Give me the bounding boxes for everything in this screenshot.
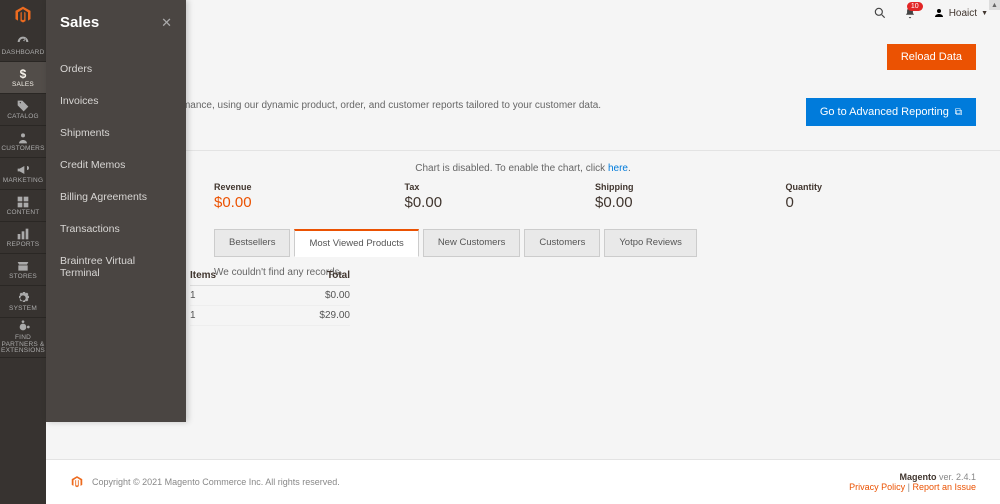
sidebar-dashboard[interactable]: DASHBOARD [0, 30, 46, 62]
notification-badge: 10 [907, 2, 923, 11]
flyout-billing-agreements[interactable]: Billing Agreements [46, 181, 186, 213]
reload-data-button[interactable]: Reload Data [887, 44, 976, 70]
sales-flyout: Sales ✕ Orders Invoices Shipments Credit… [46, 0, 186, 422]
magento-logo-icon [70, 475, 84, 489]
stat-value: $0.00 [214, 194, 405, 211]
stat-label: Tax [405, 182, 596, 192]
scroll-up-indicator[interactable]: ▲ [989, 0, 1000, 10]
sidebar-label: STORES [9, 274, 37, 281]
tab-new-customers[interactable]: New Customers [423, 229, 521, 257]
stat-label: Shipping [595, 182, 786, 192]
svg-text:$: $ [20, 67, 27, 81]
cell-total: $0.00 [325, 290, 350, 301]
tab-customers[interactable]: Customers [524, 229, 600, 257]
sidebar-customers[interactable]: CUSTOMERS [0, 126, 46, 158]
cell-items: 1 [190, 290, 196, 301]
stat-label: Quantity [786, 182, 977, 192]
flyout-invoices[interactable]: Invoices [46, 85, 186, 117]
megaphone-icon [15, 163, 31, 177]
sidebar-marketing[interactable]: MARKETING [0, 158, 46, 190]
sidebar-reports[interactable]: REPORTS [0, 222, 46, 254]
external-link-icon: ⧉ [955, 107, 962, 118]
dollar-icon: $ [15, 67, 31, 81]
flyout-title: Sales [60, 14, 99, 31]
stats-row: Revenue $0.00 Tax $0.00 Shipping $0.00 Q… [46, 182, 1000, 229]
stat-value: $0.00 [405, 194, 596, 211]
version-text: ver. 2.4.1 [936, 472, 976, 482]
flyout-credit-memos[interactable]: Credit Memos [46, 149, 186, 181]
stat-tax: Tax $0.00 [405, 182, 596, 211]
table-row[interactable]: 1 $0.00 [190, 286, 350, 306]
msg-text: . [628, 163, 631, 174]
sidebar-partners[interactable]: FIND PARTNERS & EXTENSIONS [0, 318, 46, 358]
magento-logo[interactable] [0, 0, 46, 30]
orders-mini-table: Items Total 1 $0.00 1 $29.00 [190, 266, 350, 326]
sidebar-label: MARKETING [3, 178, 43, 185]
table-row[interactable]: 1 $29.00 [190, 306, 350, 326]
notifications-icon[interactable]: 10 [903, 6, 917, 20]
report-issue-link[interactable]: Report an Issue [912, 482, 976, 492]
brand-name: Magento [899, 472, 936, 482]
stat-quantity: Quantity 0 [786, 182, 977, 211]
flyout-shipments[interactable]: Shipments [46, 117, 186, 149]
col-items: Items [190, 270, 216, 281]
footer: Copyright © 2021 Magento Commerce Inc. A… [46, 459, 1000, 504]
user-icon [933, 7, 945, 19]
chevron-down-icon: ▼ [981, 10, 988, 17]
gauge-icon [15, 35, 31, 49]
search-icon[interactable] [873, 6, 887, 20]
sidebar-label: REPORTS [7, 242, 40, 249]
admin-sidebar: DASHBOARD $ SALES CATALOG CUSTOMERS MARK… [0, 0, 46, 504]
flyout-transactions[interactable]: Transactions [46, 213, 186, 245]
stat-revenue: Revenue $0.00 [214, 182, 405, 211]
stat-shipping: Shipping $0.00 [595, 182, 786, 211]
puzzle-icon [15, 320, 31, 334]
tab-most-viewed[interactable]: Most Viewed Products [294, 229, 418, 257]
sidebar-label: FIND PARTNERS & EXTENSIONS [0, 335, 46, 355]
close-icon[interactable]: ✕ [161, 15, 172, 31]
advanced-reporting-button[interactable]: Go to Advanced Reporting ⧉ [806, 98, 976, 126]
sidebar-label: SYSTEM [9, 306, 37, 313]
user-menu[interactable]: Hoaict ▼ [933, 7, 988, 19]
enable-chart-link[interactable]: here [608, 163, 628, 174]
store-icon [15, 259, 31, 273]
sidebar-content[interactable]: CONTENT [0, 190, 46, 222]
col-total: Total [327, 270, 350, 281]
stat-value: $0.00 [595, 194, 786, 211]
msg-text: Chart is disabled. To enable the chart, … [415, 163, 608, 174]
cell-total: $29.00 [319, 310, 350, 321]
flyout-braintree[interactable]: Braintree Virtual Terminal [46, 245, 186, 289]
sidebar-label: SALES [12, 82, 34, 89]
privacy-link[interactable]: Privacy Policy [849, 482, 905, 492]
blocks-icon [15, 195, 31, 209]
stat-label: Revenue [214, 182, 405, 192]
gear-icon [15, 291, 31, 305]
copyright-text: Copyright © 2021 Magento Commerce Inc. A… [92, 477, 340, 487]
person-icon [15, 131, 31, 145]
tag-icon [15, 99, 31, 113]
sidebar-label: CUSTOMERS [1, 146, 44, 153]
flyout-orders[interactable]: Orders [46, 53, 186, 85]
tabs: Bestsellers Most Viewed Products New Cus… [46, 229, 1000, 257]
tab-yotpo[interactable]: Yotpo Reviews [604, 229, 697, 257]
button-label: Go to Advanced Reporting [820, 106, 949, 118]
sidebar-label: DASHBOARD [2, 50, 45, 57]
bar-chart-icon [15, 227, 31, 241]
stat-value: 0 [786, 194, 977, 211]
sidebar-sales[interactable]: $ SALES [0, 62, 46, 94]
sidebar-system[interactable]: SYSTEM [0, 286, 46, 318]
topbar: 10 Hoaict ▼ [873, 6, 988, 20]
sidebar-catalog[interactable]: CATALOG [0, 94, 46, 126]
sidebar-stores[interactable]: STORES [0, 254, 46, 286]
cell-items: 1 [190, 310, 196, 321]
sidebar-label: CONTENT [7, 210, 40, 217]
tab-bestsellers[interactable]: Bestsellers [214, 229, 290, 257]
user-name: Hoaict [949, 8, 977, 19]
main-content: Reload Data d of your business' performa… [46, 0, 1000, 504]
chart-disabled-message: Chart is disabled. To enable the chart, … [46, 151, 1000, 182]
sidebar-label: CATALOG [7, 114, 39, 121]
